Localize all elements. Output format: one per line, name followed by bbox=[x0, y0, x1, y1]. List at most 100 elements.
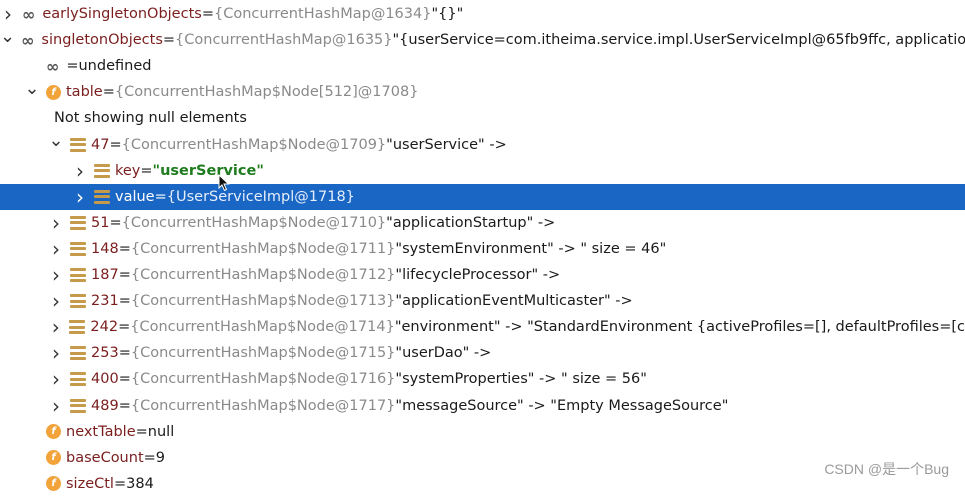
variable-value: "userService" -> bbox=[386, 136, 507, 153]
variable-name: nextTable bbox=[66, 423, 136, 440]
tree-row[interactable]: › 51 = {ConcurrentHashMap$Node@1710} "app… bbox=[0, 210, 965, 236]
expand-chevron-icon[interactable]: › bbox=[0, 2, 16, 26]
variable-type: {ConcurrentHashMap$Node[512]@1708} bbox=[114, 84, 419, 101]
variable-value: "applicationStartup" -> bbox=[386, 214, 556, 231]
variable-name: sizeCtl bbox=[66, 475, 114, 492]
tree-row[interactable]: › 253 = {ConcurrentHashMap$Node@1715} "us… bbox=[0, 340, 965, 366]
field-icon: f bbox=[46, 450, 61, 466]
expand-chevron-icon[interactable]: › bbox=[48, 237, 64, 261]
variable-name: earlySingletonObjects bbox=[42, 6, 202, 22]
array-element-icon bbox=[70, 241, 86, 256]
array-element-icon bbox=[70, 398, 86, 413]
variable-value: Not showing null elements bbox=[54, 110, 247, 127]
variable-name: singletonObjects bbox=[41, 32, 163, 49]
variable-value: "lifecycleProcessor" -> bbox=[395, 267, 561, 283]
tree-row[interactable]: f baseCount = 9 bbox=[0, 445, 965, 471]
tree-row[interactable]: › 231 = {ConcurrentHashMap$Node@1713} "ap… bbox=[0, 288, 965, 314]
tree-row[interactable]: › value = {UserServiceImpl@1718} bbox=[0, 183, 965, 210]
equals-sign: = bbox=[102, 84, 115, 101]
variable-name: 400 bbox=[91, 371, 119, 388]
equals-sign: = bbox=[162, 32, 176, 49]
tree-row[interactable]: ⌄ f table = {ConcurrentHashMap$Node[512]@1… bbox=[0, 79, 965, 105]
equals-sign: = bbox=[118, 293, 131, 310]
variable-type: {ConcurrentHashMap$Node@1709} bbox=[121, 136, 387, 153]
variable-type: {ConcurrentHashMap$Node@1712} bbox=[130, 267, 396, 283]
equals-sign: = bbox=[140, 162, 153, 179]
collapse-chevron-icon[interactable]: ⌄ bbox=[48, 132, 64, 152]
tree-row[interactable]: › 242 = {ConcurrentHashMap$Node@1714} "en… bbox=[0, 314, 965, 340]
field-icon: f bbox=[46, 84, 61, 100]
variable-name: 242 bbox=[90, 319, 119, 336]
equals-sign: = bbox=[154, 188, 167, 205]
variable-value: "{userService=com.itheima.service.impl.U… bbox=[392, 32, 965, 49]
equals-sign: = bbox=[118, 345, 131, 362]
variable-name: 253 bbox=[91, 345, 119, 362]
tree-row[interactable]: ∞ = undefined bbox=[0, 53, 965, 79]
tree-row[interactable]: ⌄ ∞ singletonObjects = {ConcurrentHashMap@… bbox=[0, 27, 965, 53]
expand-chevron-icon[interactable]: › bbox=[48, 211, 64, 235]
equals-sign: = bbox=[109, 214, 122, 231]
variable-type: {ConcurrentHashMap$Node@1713} bbox=[130, 293, 396, 310]
equals-sign: = bbox=[118, 319, 131, 336]
collapse-chevron-icon[interactable]: ⌄ bbox=[0, 27, 15, 47]
tree-row[interactable]: › 489 = {ConcurrentHashMap$Node@1717} "me… bbox=[0, 393, 965, 419]
variable-name: 231 bbox=[91, 293, 119, 310]
field-icon: f bbox=[46, 476, 61, 492]
tree-row[interactable]: ⌄ 47 = {ConcurrentHashMap$Node@1709} "use… bbox=[0, 132, 965, 158]
tree-row[interactable]: Not showing null elements bbox=[0, 105, 965, 131]
variable-name: baseCount bbox=[66, 449, 144, 466]
array-element-icon bbox=[70, 268, 86, 282]
variable-name: value bbox=[115, 188, 155, 205]
equals-sign: = bbox=[118, 267, 131, 283]
variable-value: undefined bbox=[78, 58, 152, 75]
variable-type: {ConcurrentHashMap$Node@1710} bbox=[121, 214, 387, 231]
field-icon: f bbox=[46, 424, 61, 440]
tree-row[interactable]: f nextTable = null bbox=[0, 419, 965, 445]
expand-chevron-icon[interactable]: › bbox=[72, 185, 88, 209]
array-element-icon bbox=[69, 320, 86, 335]
variable-value: "userDao" -> bbox=[395, 345, 492, 362]
equals-sign: = bbox=[109, 136, 122, 153]
variable-type: {ConcurrentHashMap$Node@1714} bbox=[130, 319, 395, 336]
tree-row[interactable]: f sizeCtl = 384 bbox=[0, 471, 965, 497]
tree-row[interactable]: › 400 = {ConcurrentHashMap$Node@1716} "sy… bbox=[0, 366, 965, 392]
variable-name: table bbox=[66, 84, 103, 101]
variable-value: "environment" -> "StandardEnvironment {a… bbox=[394, 319, 965, 336]
variable-value: 384 bbox=[126, 475, 154, 492]
tree-row[interactable]: › key = "userService" bbox=[0, 158, 965, 184]
csdn-watermark: CSDN @是一个Bug bbox=[824, 461, 949, 477]
expand-chevron-icon[interactable]: › bbox=[48, 341, 64, 365]
expand-chevron-icon[interactable]: › bbox=[72, 159, 88, 183]
equals-sign: = bbox=[113, 475, 127, 492]
expand-chevron-icon[interactable]: › bbox=[48, 315, 63, 339]
expand-chevron-icon[interactable]: › bbox=[48, 367, 64, 391]
variable-type: {ConcurrentHashMap$Node@1711} bbox=[130, 240, 396, 257]
equals-sign: = bbox=[143, 449, 156, 466]
tree-row[interactable]: › ∞ earlySingletonObjects = {ConcurrentHas… bbox=[0, 1, 965, 27]
variable-value: "applicationEventMulticaster" -> bbox=[395, 293, 633, 310]
expand-chevron-icon[interactable]: › bbox=[48, 263, 64, 287]
watch-infinity-icon: ∞ bbox=[46, 56, 60, 76]
equals-sign: = bbox=[118, 397, 131, 414]
collapse-chevron-icon[interactable]: ⌄ bbox=[24, 79, 40, 99]
expand-chevron-icon[interactable]: › bbox=[48, 289, 64, 313]
variable-type: {UserServiceImpl@1718} bbox=[166, 188, 355, 205]
variable-value: "messageSource" -> "Empty MessageSource" bbox=[395, 397, 729, 414]
variable-value: "systemProperties" -> " size = 56" bbox=[395, 371, 647, 388]
array-element-icon bbox=[94, 189, 110, 204]
array-element-icon bbox=[70, 372, 86, 387]
variable-value: 9 bbox=[155, 449, 166, 466]
equals-sign: = bbox=[118, 240, 131, 257]
equals-sign: = bbox=[118, 371, 131, 388]
array-element-icon bbox=[94, 163, 110, 178]
variable-name: key bbox=[115, 162, 141, 179]
array-element-icon bbox=[70, 294, 86, 309]
variable-name: 489 bbox=[91, 397, 119, 414]
tree-row[interactable]: › 187 = {ConcurrentHashMap$Node@1712} "li… bbox=[0, 262, 965, 288]
watch-infinity-icon: ∞ bbox=[21, 30, 35, 50]
array-element-icon bbox=[70, 215, 86, 230]
tree-row[interactable]: › 148 = {ConcurrentHashMap$Node@1711} "sy… bbox=[0, 236, 965, 262]
variable-type: {ConcurrentHashMap$Node@1717} bbox=[130, 397, 396, 414]
variable-value: "userService" bbox=[152, 162, 264, 179]
expand-chevron-icon[interactable]: › bbox=[48, 394, 64, 418]
